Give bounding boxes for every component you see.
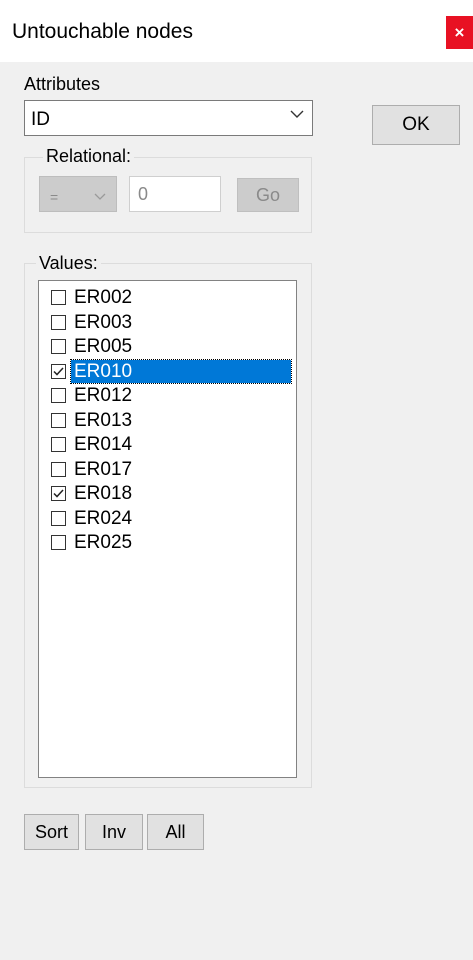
unchecked-checkbox[interactable] [51,461,66,477]
values-listbox[interactable]: ER002 ER003 ER005 ER010 ER012 ER013 ER014 ER017… [38,280,297,778]
go-button[interactable]: Go [237,178,299,212]
list-item[interactable]: ER002 [48,286,294,310]
list-item-label: ER025 [74,532,133,553]
close-icon: × [454,22,465,42]
list-item[interactable]: ER010 [48,358,294,384]
list-item[interactable]: ER014 [48,433,294,457]
list-item[interactable]: ER025 [48,531,294,555]
list-item[interactable]: ER018 [48,482,294,506]
window-title: Untouchable nodes [12,20,193,43]
inv-button[interactable]: Inv [85,814,143,850]
checked-checkbox[interactable] [51,363,66,379]
title-bar: Untouchable nodes [0,0,473,62]
values-label: Values: [36,253,101,274]
list-item[interactable]: ER012 [48,384,294,408]
ok-button-label: OK [402,114,430,135]
inv-button-label: Inv [101,821,126,842]
go-button-label: Go [255,184,280,205]
list-item-label: ER018 [74,483,133,504]
attributes-label: Attributes [24,74,101,94]
sort-button-label: Sort [34,821,68,842]
relational-value: 0 [138,184,149,204]
close-button[interactable]: × [446,16,473,49]
checkmark-icon [53,489,64,498]
list-item-label: ER017 [74,458,133,480]
all-button[interactable]: All [147,814,204,850]
unchecked-checkbox[interactable] [51,290,66,305]
relational-value-input[interactable]: 0 [129,176,221,212]
unchecked-checkbox[interactable] [51,437,66,452]
list-item-label: ER014 [74,434,133,455]
ok-button[interactable]: OK [372,105,460,145]
list-item-label: ER002 [74,287,133,308]
list-item-label: ER013 [74,409,133,431]
unchecked-checkbox[interactable] [51,388,66,403]
sort-button[interactable]: Sort [24,814,79,850]
relational-operator-dropdown[interactable]: = [39,176,117,212]
chevron-down-icon [290,110,304,118]
list-item[interactable]: ER005 [48,335,294,359]
all-button-label: All [165,821,186,842]
unchecked-checkbox[interactable] [51,339,66,354]
unchecked-checkbox[interactable] [51,510,66,526]
list-item[interactable]: ER013 [48,409,294,433]
list-item-label: ER005 [74,336,133,357]
attributes-dropdown[interactable]: ID [24,100,313,136]
attributes-selected-value: ID [31,109,50,130]
unchecked-checkbox[interactable] [51,314,66,330]
unchecked-checkbox[interactable] [51,412,66,428]
list-item-label: ER010 [70,358,292,384]
list-item[interactable]: ER003 [48,311,294,335]
checkmark-icon [53,366,64,376]
relational-label: Relational: [43,146,135,167]
list-item-label: ER003 [74,311,133,333]
checked-checkbox[interactable] [51,486,66,501]
list-item-label: ER012 [74,385,133,406]
unchecked-checkbox[interactable] [51,535,66,550]
operator-value: = [50,189,59,205]
list-item[interactable]: ER017 [48,458,294,482]
list-item[interactable]: ER024 [48,507,294,531]
chevron-down-icon [94,193,106,200]
list-item-label: ER024 [74,507,133,529]
